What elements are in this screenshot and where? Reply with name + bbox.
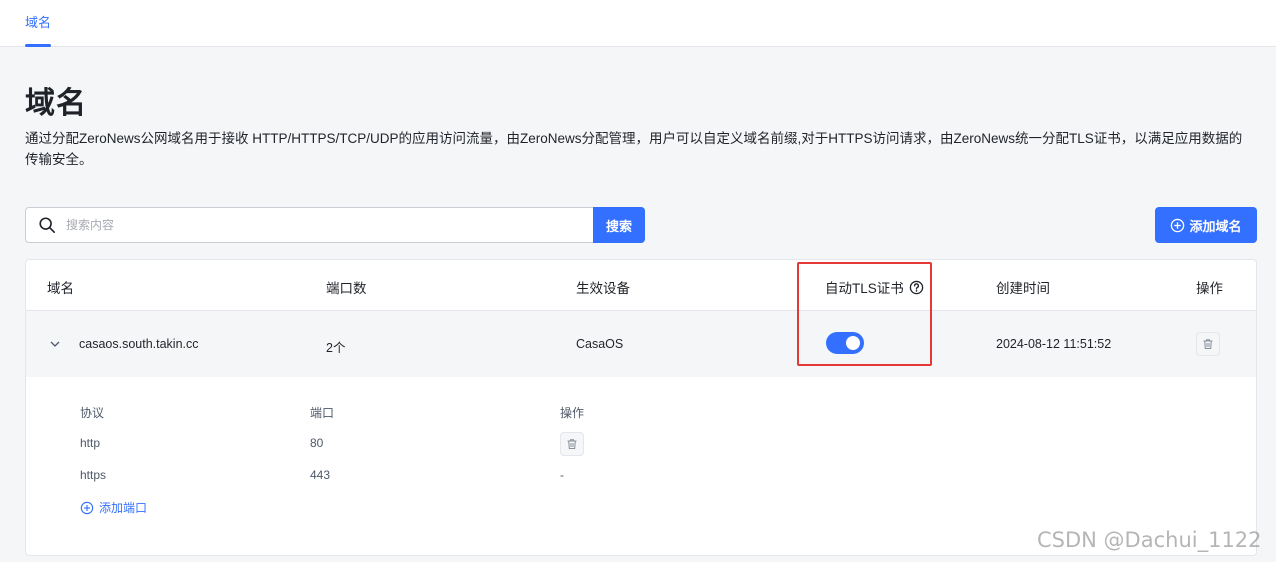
page-title: 域名: [25, 87, 87, 120]
search-icon: [39, 217, 56, 234]
header-ports: 端口数: [326, 281, 367, 296]
add-port-link[interactable]: 添加端口: [80, 499, 147, 516]
row-created: 2024-08-12 11:51:52: [996, 337, 1112, 351]
header-auto-tls: 自动TLS证书: [825, 277, 924, 297]
sub-header-protocol: 协议: [80, 406, 105, 420]
add-domain-button[interactable]: 添加域名: [1155, 207, 1257, 243]
tab-active-indicator: [25, 44, 51, 47]
trash-icon: [1203, 339, 1213, 349]
table-row[interactable]: casaos.south.takin.cc 2个 CasaOS 2024-08-…: [26, 311, 1256, 377]
row-domain: casaos.south.takin.cc: [79, 337, 199, 351]
trash-icon: [567, 439, 577, 449]
delete-port-button[interactable]: [560, 432, 584, 456]
add-port-label: 添加端口: [99, 501, 148, 515]
header-auto-tls-label: 自动TLS证书: [825, 281, 904, 296]
search-input[interactable]: [66, 208, 644, 242]
auto-tls-toggle[interactable]: [826, 332, 864, 354]
add-domain-label: 添加域名: [1189, 218, 1242, 234]
header-domain: 域名: [47, 281, 74, 296]
sub-row-protocol: http: [80, 436, 101, 450]
header-device: 生效设备: [576, 281, 630, 296]
table-header: 域名 端口数 生效设备 自动TLS证书 创建时间 操作: [26, 260, 1256, 311]
watermark: CSDN @Dachui_1122: [1037, 528, 1262, 552]
top-tabbar: 域名: [0, 0, 1276, 47]
sub-row-protocol: https: [80, 468, 107, 482]
port-subtable: 协议 端口 操作 http 80 https 443 - 添加端口: [48, 378, 1236, 534]
plus-circle-icon: [1171, 218, 1185, 232]
sub-row-port: 80: [310, 436, 324, 450]
sub-row-action: -: [560, 468, 564, 482]
sub-header-actions: 操作: [560, 406, 585, 420]
row-device: CasaOS: [576, 337, 624, 351]
page-description: 通过分配ZeroNews公网域名用于接收 HTTP/HTTPS/TCP/UDP的…: [25, 131, 1243, 167]
tab-domains[interactable]: 域名: [25, 12, 51, 31]
search-box: 搜索: [25, 207, 645, 243]
header-created: 创建时间: [996, 281, 1050, 296]
row-ports: 2个: [326, 341, 346, 355]
sub-row-port: 443: [310, 468, 331, 482]
delete-domain-button[interactable]: [1196, 332, 1220, 356]
chevron-down-icon[interactable]: [50, 339, 60, 349]
plus-circle-icon: [80, 501, 94, 514]
domain-table: 域名 端口数 生效设备 自动TLS证书 创建时间 操作 casaos.south…: [25, 259, 1257, 556]
sub-header-port: 端口: [310, 406, 335, 420]
search-button[interactable]: 搜索: [593, 207, 645, 243]
header-actions: 操作: [1196, 281, 1223, 296]
help-icon[interactable]: [909, 280, 924, 295]
